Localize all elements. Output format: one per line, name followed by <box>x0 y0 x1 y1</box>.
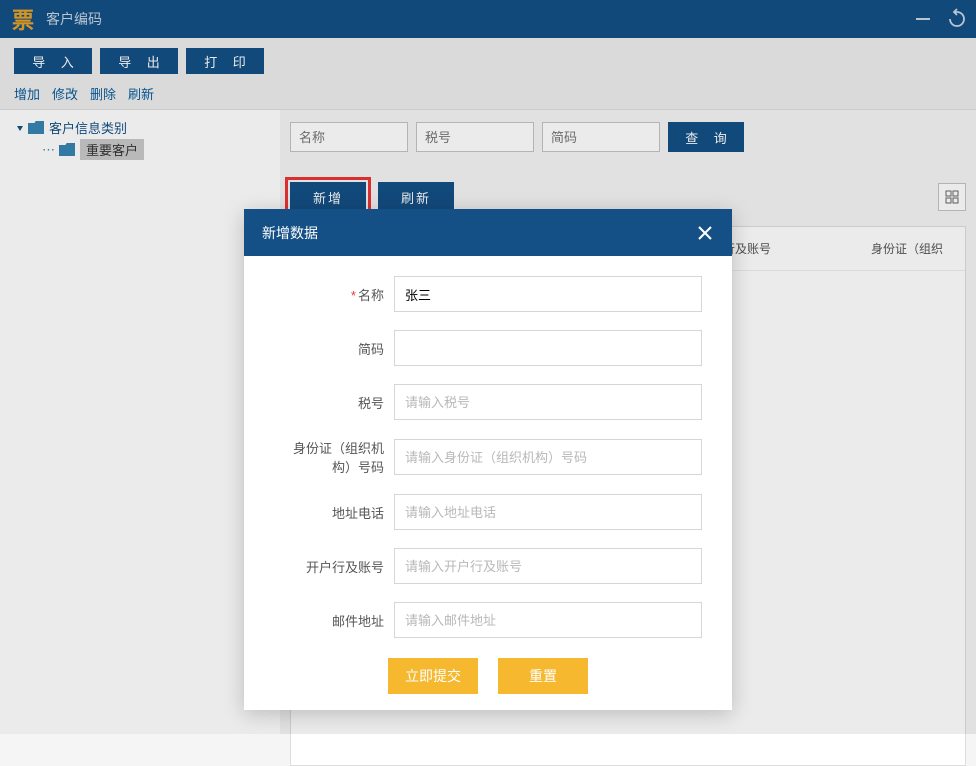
modal-dialog: 新增数据 *名称 简码 税号 身份证（组织机构）号码 地址电话 <box>244 209 732 710</box>
modal-header: 新增数据 <box>244 209 732 256</box>
modal-title: 新增数据 <box>262 223 696 243</box>
addr-input[interactable] <box>394 494 702 530</box>
tax-label: 税号 <box>274 393 394 412</box>
name-input[interactable] <box>394 276 702 312</box>
short-label: 简码 <box>274 339 394 358</box>
bank-label: 开户行及账号 <box>274 557 394 576</box>
idorg-label: 身份证（组织机构）号码 <box>274 438 394 476</box>
email-label: 邮件地址 <box>274 611 394 630</box>
idorg-input[interactable] <box>394 439 702 475</box>
tax-input[interactable] <box>394 384 702 420</box>
close-icon[interactable] <box>696 224 714 242</box>
email-input[interactable] <box>394 602 702 638</box>
addr-label: 地址电话 <box>274 503 394 522</box>
modal-body: *名称 简码 税号 身份证（组织机构）号码 地址电话 开户行及账号 <box>244 256 732 710</box>
name-label: *名称 <box>274 285 394 304</box>
modal-overlay: 新增数据 *名称 简码 税号 身份证（组织机构）号码 地址电话 <box>0 0 976 734</box>
bank-input[interactable] <box>394 548 702 584</box>
short-input[interactable] <box>394 330 702 366</box>
reset-button[interactable]: 重置 <box>498 658 588 694</box>
submit-button[interactable]: 立即提交 <box>388 658 478 694</box>
